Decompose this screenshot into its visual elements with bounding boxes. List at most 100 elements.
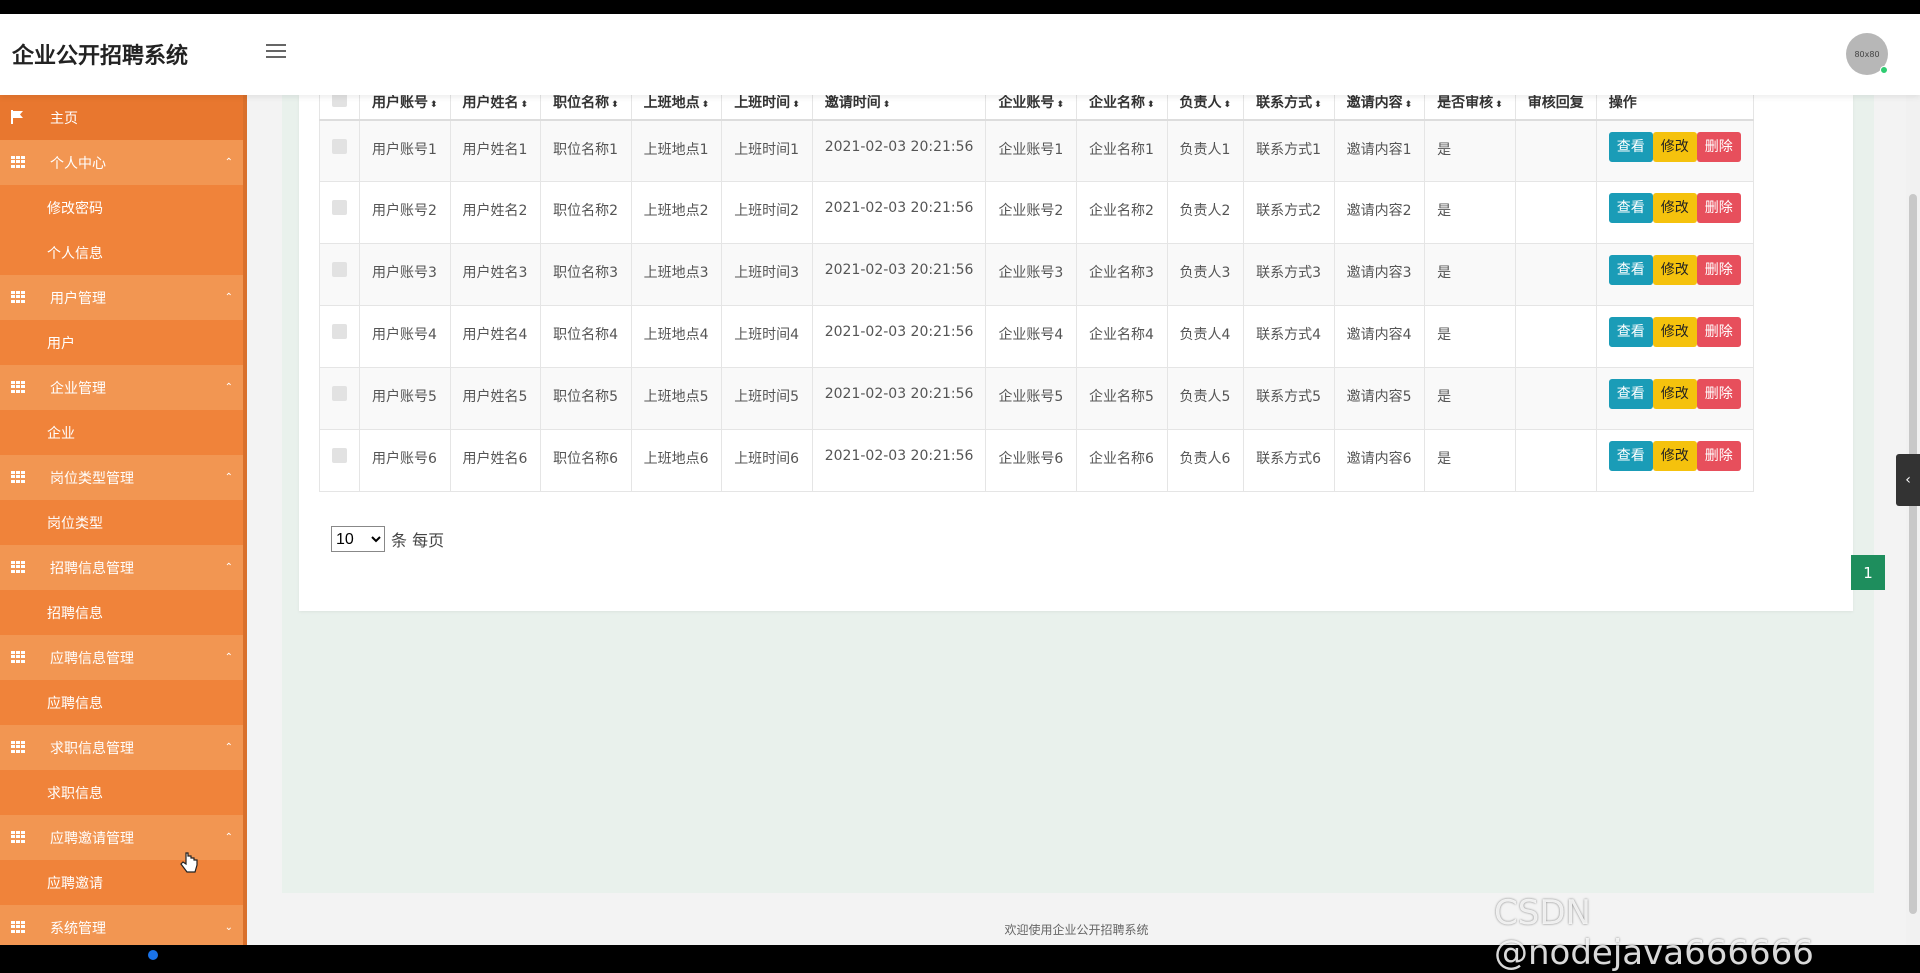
delete-button[interactable]: 删除 — [1696, 317, 1741, 347]
sidebar-group[interactable]: 应聘邀请管理 ⌃ — [0, 815, 247, 860]
table-row: 用户账号3 用户姓名3 职位名称3 上班地点3 上班时间3 2021-02-03 20:2… — [319, 243, 1754, 306]
sidebar-item[interactable]: 招聘信息 — [0, 590, 247, 635]
sort-icon[interactable]: ⬍ — [1314, 100, 1322, 110]
sidebar-item[interactable]: 用户 — [0, 320, 247, 365]
sort-icon[interactable]: ⬍ — [1224, 100, 1232, 110]
table-cell: 是 — [1424, 429, 1516, 492]
scrollbar-thumb[interactable] — [1909, 194, 1917, 914]
sidebar-item-label: 应聘邀请 — [47, 875, 103, 892]
chevron-up-icon: ⌃ — [224, 472, 233, 483]
grid-icon — [11, 381, 25, 393]
row-checkbox[interactable] — [332, 200, 347, 215]
sort-icon[interactable]: ⬍ — [1147, 100, 1155, 110]
delete-button[interactable]: 删除 — [1696, 379, 1741, 409]
page-button-current[interactable]: 1 — [1851, 555, 1885, 590]
view-button[interactable]: 查看 — [1608, 131, 1653, 162]
sort-icon[interactable]: ⬍ — [883, 100, 891, 110]
table-cell: 企业账号4 — [985, 305, 1077, 368]
table-cell: 用户账号3 — [359, 243, 451, 306]
sort-icon[interactable]: ⬍ — [1405, 100, 1413, 110]
sidebar-item[interactable]: 求职信息 — [0, 770, 247, 815]
table-cell: 职位名称4 — [540, 305, 632, 368]
sidebar-item[interactable]: 修改密码 — [0, 185, 247, 230]
row-checkbox[interactable] — [332, 324, 347, 339]
sidebar-item-label: 个人信息 — [47, 245, 103, 262]
edit-button[interactable]: 修改 — [1652, 317, 1697, 347]
sidebar-item[interactable]: 个人信息 — [0, 230, 247, 275]
edit-button[interactable]: 修改 — [1652, 193, 1697, 223]
edit-button[interactable]: 修改 — [1652, 255, 1697, 285]
column-header-label: 是否审核 — [1437, 95, 1494, 111]
edit-button[interactable]: 修改 — [1652, 131, 1697, 162]
sidebar-group[interactable]: 个人中心 ⌃ — [0, 140, 247, 185]
view-button[interactable]: 查看 — [1608, 255, 1653, 285]
sort-icon[interactable]: ⬍ — [430, 100, 438, 110]
table-row: 用户账号2 用户姓名2 职位名称2 上班地点2 上班时间2 2021-02-03 20:2… — [319, 181, 1754, 244]
page-size-select[interactable]: 10 — [331, 526, 385, 552]
column-header-label: 邀请时间 — [824, 95, 881, 111]
row-checkbox[interactable] — [332, 448, 347, 463]
view-button[interactable]: 查看 — [1608, 379, 1653, 409]
view-button[interactable]: 查看 — [1608, 193, 1653, 223]
hand-cursor-icon — [180, 852, 198, 873]
row-checkbox[interactable] — [332, 386, 347, 401]
table-row: 用户账号5 用户姓名5 职位名称5 上班地点5 上班时间5 2021-02-03 20:2… — [319, 367, 1754, 430]
table-cell — [1514, 119, 1597, 182]
collapse-side-tab[interactable]: ‹ — [1896, 454, 1920, 506]
delete-button[interactable]: 删除 — [1696, 193, 1741, 223]
sidebar-item[interactable]: 应聘信息 — [0, 680, 247, 725]
table-cell: 联系方式5 — [1243, 367, 1335, 430]
row-checkbox[interactable] — [332, 138, 347, 154]
sidebar-group-label: 招聘信息管理 — [50, 560, 134, 577]
table-cell: 邀请内容3 — [1333, 243, 1426, 306]
table-cell: 是 — [1424, 367, 1516, 430]
row-select-cell — [319, 305, 360, 368]
view-button[interactable]: 查看 — [1608, 317, 1653, 347]
sidebar-group-label: 系统管理 — [50, 920, 106, 937]
sidebar-item[interactable]: 企业 — [0, 410, 247, 455]
edit-button[interactable]: 修改 — [1652, 441, 1697, 471]
edit-button[interactable]: 修改 — [1652, 379, 1697, 409]
sidebar-group[interactable]: 应聘信息管理 ⌃ — [0, 635, 247, 680]
sidebar-group-label: 个人中心 — [50, 155, 106, 172]
sidebar-group[interactable]: 系统管理 ⌄ — [0, 905, 247, 945]
sort-icon[interactable]: ⬍ — [702, 100, 710, 110]
sidebar-group[interactable]: 企业管理 ⌃ — [0, 365, 247, 410]
sidebar-group[interactable]: 招聘信息管理 ⌃ — [0, 545, 247, 590]
sidebar-group[interactable]: 用户管理 ⌃ — [0, 275, 247, 320]
sidebar-item[interactable]: 岗位类型 — [0, 500, 247, 545]
sidebar-item-label: 主页 — [50, 110, 78, 127]
table-cell: 上班时间3 — [721, 243, 813, 306]
sort-icon[interactable]: ⬍ — [1056, 100, 1064, 110]
grid-icon — [11, 741, 25, 753]
online-status-dot — [1880, 66, 1888, 74]
table-cell: 用户账号4 — [359, 305, 451, 368]
row-checkbox[interactable] — [332, 262, 347, 277]
sidebar-item-home[interactable]: 主页 — [0, 95, 247, 140]
chevron-down-icon: ⌄ — [224, 922, 233, 933]
delete-button[interactable]: 删除 — [1696, 441, 1741, 471]
sidebar-group[interactable]: 岗位类型管理 ⌃ — [0, 455, 247, 500]
grid-icon — [11, 156, 25, 168]
table-cell: 企业名称5 — [1075, 367, 1168, 430]
sort-icon[interactable]: ⬍ — [1495, 100, 1503, 110]
sort-icon[interactable]: ⬍ — [521, 100, 529, 110]
chevron-up-icon: ⌃ — [224, 292, 233, 303]
grid-icon — [11, 921, 25, 933]
sidebar-item[interactable]: 应聘邀请 — [0, 860, 247, 905]
view-button[interactable]: 查看 — [1608, 441, 1653, 471]
delete-button[interactable]: 删除 — [1696, 131, 1741, 162]
table-cell: 企业名称4 — [1075, 305, 1168, 368]
sort-icon[interactable]: ⬍ — [611, 100, 619, 110]
page-size-label: 条 每页 — [391, 531, 445, 550]
table-row: 用户账号4 用户姓名4 职位名称4 上班地点4 上班时间4 2021-02-03 20:2… — [319, 305, 1754, 368]
table-cell: 用户账号2 — [359, 181, 451, 244]
sort-icon[interactable]: ⬍ — [792, 100, 800, 110]
table-cell: 用户姓名6 — [449, 429, 542, 492]
delete-button[interactable]: 删除 — [1696, 255, 1741, 285]
table-cell: 上班时间2 — [721, 181, 813, 244]
sidebar-group[interactable]: 求职信息管理 ⌃ — [0, 725, 247, 770]
sidebar-group-label: 企业管理 — [50, 380, 106, 397]
actions-cell: 查看 修改 删除 — [1595, 119, 1754, 182]
menu-toggle-icon[interactable] — [266, 44, 286, 58]
